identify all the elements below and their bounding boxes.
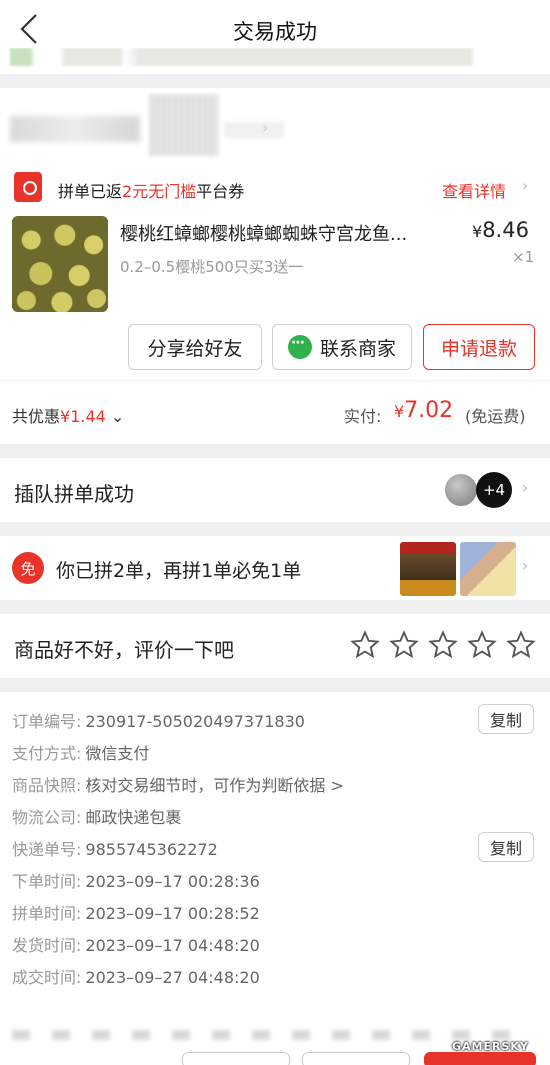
product-price: ¥8.46 xyxy=(472,218,529,242)
star-icon[interactable] xyxy=(389,630,419,660)
chat-bubble-icon xyxy=(287,335,312,359)
payment-method-value: 微信支付 xyxy=(85,744,150,763)
order-number-value: 230917-505020497371830 xyxy=(85,712,305,731)
tracking-label: 快递单号: xyxy=(12,840,82,859)
star-icon[interactable] xyxy=(506,630,536,660)
contact-label: 联系商家 xyxy=(319,337,396,360)
deal-time-row: 成交时间: 2023–09–27 04:48:20 xyxy=(12,964,260,994)
more-members-badge: +4 xyxy=(476,472,512,508)
star-icon[interactable] xyxy=(467,630,497,660)
snapshot-row[interactable]: 商品快照: 核对交易细节时，可作为判断依据 > xyxy=(12,772,344,802)
footer-button[interactable] xyxy=(182,1052,290,1065)
coupon-highlight: 2元无门槛 xyxy=(122,182,197,201)
snapshot-link[interactable]: 核对交易细节时，可作为判断依据 > xyxy=(85,776,344,795)
share-label: 分享给好友 xyxy=(147,337,243,360)
avatar xyxy=(443,472,479,508)
group-time-row: 拼单时间: 2023–09–17 00:28:52 xyxy=(12,900,260,930)
currency-symbol: ¥ xyxy=(394,402,405,421)
page-title: 交易成功 xyxy=(233,20,317,44)
order-time-label: 下单时间: xyxy=(12,872,82,891)
ship-time-label: 发货时间: xyxy=(12,936,82,955)
logistics-label: 物流公司: xyxy=(12,808,82,827)
product-image[interactable] xyxy=(12,216,108,312)
coupon-message: 拼单已返2元无门槛平台券 xyxy=(58,178,244,202)
currency-symbol: ¥ xyxy=(472,222,483,241)
address-bar-blurred xyxy=(0,48,550,74)
discount-label: 共优惠 xyxy=(12,407,61,426)
product-spec: 0.2–0.5樱桃500只买3送一 xyxy=(120,258,304,276)
copy-label: 复制 xyxy=(489,841,522,858)
rating-row: 商品好不好，评价一下吧 xyxy=(0,614,550,678)
refund-button[interactable]: 申请退款 xyxy=(423,324,535,370)
product-name[interactable]: 樱桃红蟑螂樱桃蟑螂蜘蛛守宫龙鱼... xyxy=(120,220,454,246)
chevron-right-icon: › xyxy=(522,176,529,195)
product-quantity: ×1 xyxy=(512,248,535,266)
paid-amount: ¥7.02 xyxy=(394,398,453,423)
contact-merchant-button[interactable]: 联系商家 xyxy=(272,324,412,370)
order-number-row: 订单编号: 230917-505020497371830 xyxy=(12,708,305,738)
deal-time-value: 2023–09–27 04:48:20 xyxy=(85,968,260,987)
payment-summary: 共优惠¥1.44 ⌄ 实付: ¥7.02 (免运费) xyxy=(0,380,550,444)
copy-label: 复制 xyxy=(489,713,522,730)
star-icon[interactable] xyxy=(350,630,380,660)
coupon-suffix: 平台券 xyxy=(196,182,245,201)
free-order-text: 你已拼2单，再拼1单必免1单 xyxy=(56,560,302,582)
discount-value: ¥1.44 xyxy=(60,407,106,426)
footer-primary-button[interactable] xyxy=(424,1052,536,1065)
refund-label: 申请退款 xyxy=(440,337,517,360)
order-time-value: 2023–09–17 00:28:36 xyxy=(85,872,260,891)
coupon-prefix: 拼单已返 xyxy=(58,182,123,201)
ship-time-row: 发货时间: 2023–09–17 04:48:20 xyxy=(12,932,260,962)
coupon-icon xyxy=(14,172,42,202)
free-order-row[interactable]: 免 你已拼2单，再拼1单必免1单 › xyxy=(0,536,550,600)
order-card: › 拼单已返2元无门槛平台券 查看详情 › 樱桃红蟑螂樱桃蟑螂蜘蛛守宫龙鱼...… xyxy=(0,88,550,380)
ship-time-value: 2023–09–17 04:48:20 xyxy=(85,936,260,955)
order-details: 订单编号: 230917-505020497371830 复制 支付方式: 微信支付… xyxy=(0,692,550,1018)
payment-method-label: 支付方式: xyxy=(12,744,82,763)
logistics-row: 物流公司: 邮政快递包裹 xyxy=(12,804,181,834)
store-name-blurred[interactable] xyxy=(10,94,284,156)
snapshot-label: 商品快照: xyxy=(12,776,82,795)
star-icon[interactable] xyxy=(428,630,458,660)
product-thumbnail[interactable] xyxy=(460,542,516,596)
chevron-right-icon: › xyxy=(522,478,529,497)
share-button[interactable]: 分享给好友 xyxy=(128,324,262,370)
view-details-link[interactable]: 查看详情 xyxy=(442,178,506,202)
order-number-label: 订单编号: xyxy=(12,712,82,731)
rating-prompt: 商品好不好，评价一下吧 xyxy=(14,638,234,662)
paid-value: 7.02 xyxy=(404,398,454,423)
discount-toggle[interactable]: 共优惠¥1.44 ⌄ xyxy=(12,403,124,427)
watermark: GAMERSKY xyxy=(452,1040,529,1053)
footer-button[interactable] xyxy=(302,1052,410,1065)
deal-time-label: 成交时间: xyxy=(12,968,82,987)
group-time-label: 拼单时间: xyxy=(12,904,82,923)
product-thumbnail[interactable] xyxy=(400,542,456,596)
copy-tracking-button[interactable]: 复制 xyxy=(478,832,534,862)
tracking-value: 9855745362272 xyxy=(85,840,218,859)
price-value: 8.46 xyxy=(482,218,529,242)
chevron-right-icon: › xyxy=(522,556,529,575)
group-buy-row[interactable]: 插队拼单成功 +4 › xyxy=(0,458,550,522)
payment-method-row: 支付方式: 微信支付 xyxy=(12,740,149,770)
paid-label: 实付: xyxy=(344,407,382,426)
chevron-down-icon: ⌄ xyxy=(110,407,125,426)
chevron-right-icon: › xyxy=(262,118,269,137)
copy-order-number-button[interactable]: 复制 xyxy=(478,704,534,734)
tracking-row: 快递单号: 9855745362272 xyxy=(12,836,218,866)
order-time-row: 下单时间: 2023–09–17 00:28:36 xyxy=(12,868,260,898)
free-badge-icon: 免 xyxy=(12,552,44,584)
logistics-value: 邮政快递包裹 xyxy=(85,808,182,827)
shipping-note: (免运费) xyxy=(465,407,526,426)
group-time-value: 2023–09–17 00:28:52 xyxy=(85,904,260,923)
group-buy-title: 插队拼单成功 xyxy=(14,482,134,506)
